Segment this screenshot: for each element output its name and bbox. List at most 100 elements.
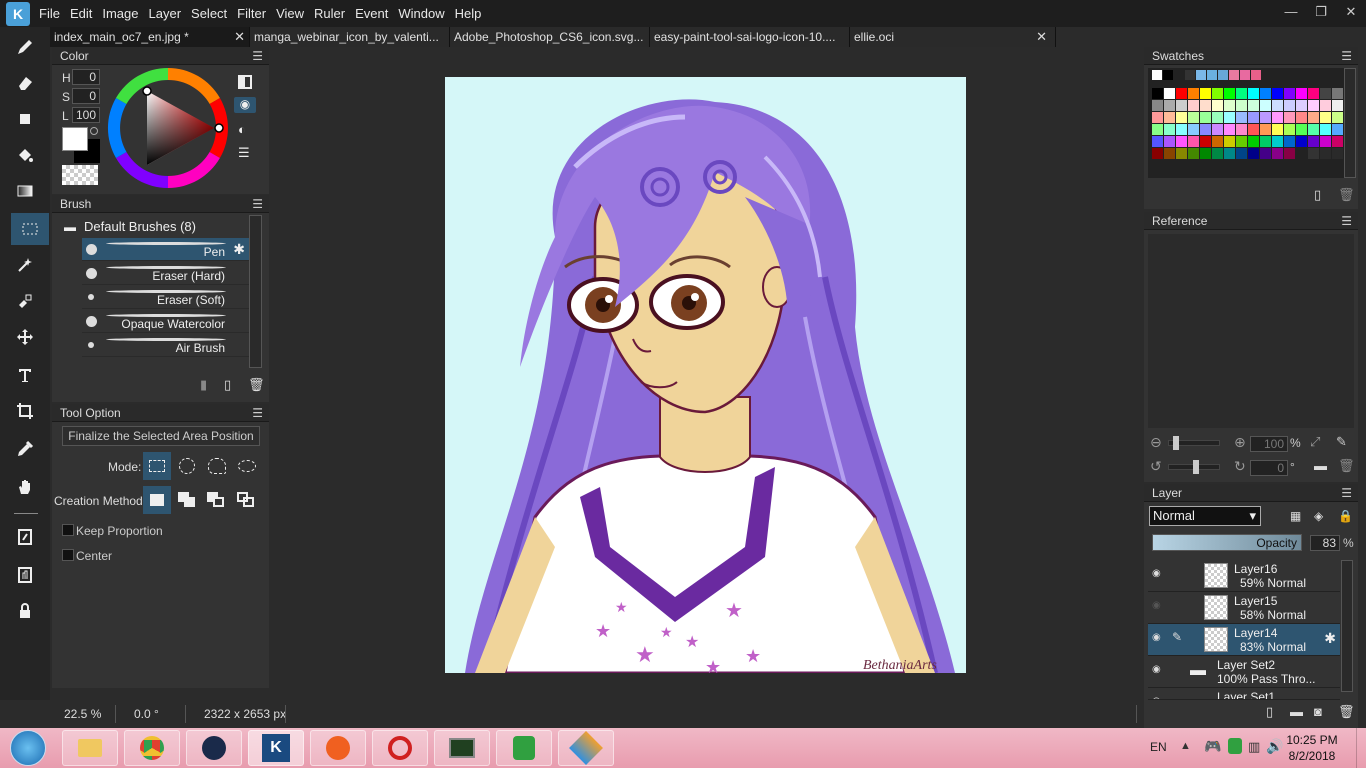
color-swatch[interactable] — [1308, 124, 1319, 135]
layer-row[interactable]: ◉ Layer16 59% Normal — [1148, 560, 1340, 592]
color-swatch[interactable] — [1320, 148, 1331, 159]
color-swatch[interactable] — [1272, 136, 1283, 147]
gradient-tool-icon[interactable] — [9, 175, 41, 207]
minimize-button[interactable]: — — [1276, 0, 1306, 27]
color-mode-icon[interactable] — [238, 75, 252, 89]
center-checkbox[interactable] — [62, 549, 74, 561]
color-swatch[interactable] — [1152, 112, 1163, 123]
delete-reference-icon[interactable]: 🗑 — [1338, 458, 1355, 474]
color-swatch[interactable] — [1163, 70, 1173, 80]
color-swatch[interactable] — [1188, 148, 1199, 159]
app-logo-icon[interactable]: K — [6, 1, 30, 26]
lightness-field[interactable]: 100 — [72, 107, 100, 123]
intersect-selection-icon[interactable] — [237, 492, 255, 508]
select-pen-tool-icon[interactable] — [9, 285, 41, 317]
color-swatch[interactable] — [1236, 124, 1247, 135]
open-reference-icon[interactable]: ▬ — [1314, 458, 1327, 473]
new-layer-set-icon[interactable]: ▬ — [1290, 704, 1303, 719]
swap-colors-icon[interactable] — [90, 127, 98, 135]
brush-list-scrollbar[interactable] — [249, 215, 262, 368]
color-swatch[interactable] — [1260, 112, 1271, 123]
color-swatch[interactable] — [1152, 100, 1163, 111]
selection-tool-icon[interactable] — [11, 213, 49, 245]
color-swatch[interactable] — [1188, 112, 1199, 123]
zoom-out-icon[interactable]: ⊖ — [1150, 434, 1162, 451]
clock-time[interactable]: 10:25 PM — [1282, 733, 1342, 747]
panel-menu-icon[interactable]: ☰ — [1341, 49, 1352, 63]
color-swatch[interactable] — [1332, 136, 1343, 147]
ellipse-mode-icon[interactable] — [179, 458, 195, 474]
rectangle-mode-icon[interactable] — [143, 452, 171, 480]
color-display-icon[interactable]: ◐ — [238, 122, 246, 137]
menu-edit[interactable]: Edit — [65, 0, 97, 27]
pen-tool-icon[interactable] — [9, 31, 41, 63]
zoom-field[interactable]: 100 — [1250, 436, 1288, 452]
new-brush-folder-icon[interactable]: ▮ — [200, 377, 207, 393]
color-swatch[interactable] — [1212, 124, 1223, 135]
color-swatch[interactable] — [1296, 136, 1307, 147]
color-swatch[interactable] — [1200, 100, 1211, 111]
brush-item[interactable]: Air Brush — [82, 334, 249, 357]
restore-button[interactable]: ❐ — [1306, 0, 1336, 27]
color-options-icon[interactable]: ☰ — [238, 145, 250, 161]
color-swatch[interactable] — [1248, 88, 1259, 99]
tab-document[interactable]: index_main_oc7_en.jpg * ✕ — [50, 27, 250, 47]
menu-select[interactable]: Select — [186, 0, 232, 27]
tab-document[interactable]: easy-paint-tool-sai-logo-icon-10.... — [650, 27, 850, 47]
tray-expand-icon[interactable]: ▲ — [1180, 740, 1191, 752]
lock-transparency-icon[interactable]: ▦ — [1290, 509, 1301, 523]
color-swatch[interactable] — [1332, 88, 1343, 99]
color-swatch[interactable] — [1248, 112, 1259, 123]
color-swatch[interactable] — [1224, 112, 1235, 123]
color-swatch[interactable] — [1260, 124, 1271, 135]
new-brush-icon[interactable]: ▯ — [224, 377, 231, 393]
transparent-color-swatch[interactable] — [62, 165, 98, 185]
panel-menu-icon[interactable]: ☰ — [1341, 214, 1352, 228]
brush-group[interactable]: ▬ Default Brushes (8) — [64, 219, 196, 234]
color-swatch[interactable] — [1260, 100, 1271, 111]
brush-item[interactable]: Eraser (Soft) — [82, 286, 249, 309]
color-swatch[interactable] — [1207, 70, 1217, 80]
color-swatch[interactable] — [1308, 136, 1319, 147]
color-swatch[interactable] — [1164, 100, 1175, 111]
color-swatch[interactable] — [1200, 112, 1211, 123]
color-swatch[interactable] — [1320, 112, 1331, 123]
color-swatch[interactable] — [1296, 124, 1307, 135]
color-swatch[interactable] — [1188, 100, 1199, 111]
zoom-in-icon[interactable]: ⊕ — [1234, 434, 1246, 451]
layer-row[interactable]: ◉ ▬ Layer Set1 — [1148, 688, 1340, 700]
visibility-eye-icon[interactable]: ◉ — [1152, 632, 1161, 643]
magic-wand-tool-icon[interactable] — [9, 249, 41, 281]
menu-layer[interactable]: Layer — [144, 0, 187, 27]
color-swatch[interactable] — [1200, 136, 1211, 147]
finalize-selection-button[interactable]: Finalize the Selected Area Position — [62, 426, 260, 446]
color-swatch[interactable] — [1164, 124, 1175, 135]
app-taskbar-icon[interactable] — [558, 730, 614, 766]
color-swatch[interactable] — [1272, 124, 1283, 135]
foreground-color-swatch[interactable] — [62, 127, 88, 151]
color-swatch[interactable] — [1229, 70, 1239, 80]
layer-clip-icon[interactable]: ◈ — [1314, 509, 1323, 523]
visibility-eye-icon[interactable]: ◉ — [1152, 568, 1161, 579]
color-swatch[interactable] — [1224, 136, 1235, 147]
eyedropper-tool-icon[interactable] — [9, 433, 41, 465]
color-swatch[interactable] — [1176, 148, 1187, 159]
color-swatch[interactable] — [1272, 148, 1283, 159]
color-swatch[interactable] — [1248, 100, 1259, 111]
color-swatch[interactable] — [1248, 124, 1259, 135]
menu-window[interactable]: Window — [393, 0, 449, 27]
network-tray-icon[interactable]: ▥ — [1248, 739, 1260, 755]
color-swatch[interactable] — [1152, 136, 1163, 147]
origin-taskbar-icon[interactable] — [310, 730, 366, 766]
color-swatch[interactable] — [1240, 70, 1250, 80]
color-swatch[interactable] — [1212, 136, 1223, 147]
color-swatch[interactable] — [1185, 70, 1195, 80]
task-manager-taskbar-icon[interactable] — [434, 730, 490, 766]
color-swatch[interactable] — [1224, 100, 1235, 111]
hand-tool-icon[interactable] — [9, 471, 41, 503]
color-swatch[interactable] — [1152, 70, 1162, 80]
start-button[interactable] — [10, 730, 46, 766]
layer-row[interactable]: ◉ ▬ Layer Set2 100% Pass Thro... — [1148, 656, 1340, 688]
panel-menu-icon[interactable]: ☰ — [252, 49, 263, 63]
color-swatch[interactable] — [1196, 70, 1206, 80]
